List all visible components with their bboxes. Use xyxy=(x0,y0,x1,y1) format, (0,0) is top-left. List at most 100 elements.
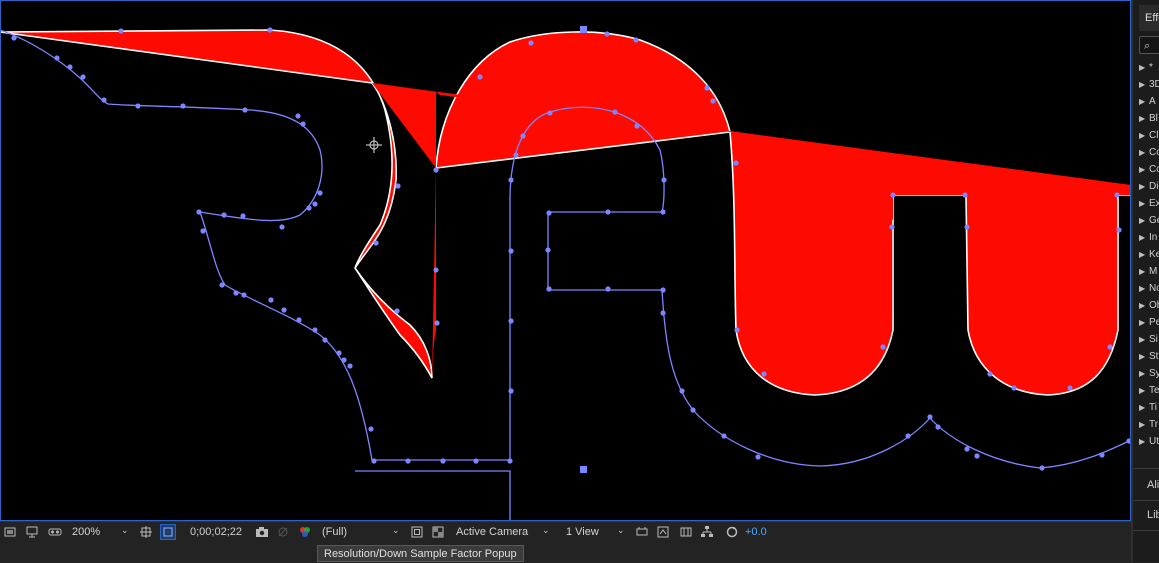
effects-category-item[interactable]: ▶ Di xyxy=(1139,178,1158,195)
effects-category-label: Tr xyxy=(1149,419,1159,430)
effects-category-item[interactable]: ▶ * xyxy=(1139,59,1153,76)
effects-category-label: In xyxy=(1149,232,1158,243)
expand-triangle-icon[interactable]: ▶ xyxy=(1139,433,1149,450)
effects-category-item[interactable]: ▶ Si xyxy=(1139,331,1158,348)
toggle-pixel-aspect-icon[interactable] xyxy=(636,526,648,538)
effects-search-input[interactable]: ⌕ xyxy=(1139,36,1159,54)
expand-triangle-icon[interactable]: ▶ xyxy=(1139,246,1149,263)
chevron-down-icon[interactable]: ⌄ xyxy=(617,525,625,536)
divider xyxy=(1133,530,1159,531)
expand-triangle-icon[interactable]: ▶ xyxy=(1139,93,1149,110)
effects-category-label: Bl xyxy=(1149,113,1158,124)
panel-tab-effects[interactable]: Effe xyxy=(1139,5,1159,31)
expand-triangle-icon[interactable]: ▶ xyxy=(1139,399,1149,416)
composition-canvas[interactable] xyxy=(0,0,1131,521)
always-preview-icon[interactable] xyxy=(4,526,16,538)
mask-selected-vertex-bottom[interactable] xyxy=(580,466,587,473)
effects-category-label: Ob xyxy=(1149,300,1159,311)
effects-category-item[interactable]: ▶ Ut xyxy=(1139,433,1159,450)
view-layout-popup[interactable]: 1 View xyxy=(566,525,599,540)
effects-category-item[interactable]: ▶ Tr xyxy=(1139,416,1158,433)
expand-triangle-icon[interactable]: ▶ xyxy=(1139,297,1149,314)
mask-selected-vertex[interactable] xyxy=(580,26,587,33)
expand-triangle-icon[interactable]: ▶ xyxy=(1139,178,1149,195)
expand-triangle-icon[interactable]: ▶ xyxy=(1139,161,1149,178)
effects-category-item[interactable]: ▶ St xyxy=(1139,348,1158,365)
effects-category-item[interactable]: ▶Ex xyxy=(1139,195,1159,212)
monitor-icon[interactable] xyxy=(26,526,38,538)
effects-category-item[interactable]: ▶Ke xyxy=(1139,246,1159,263)
expand-triangle-icon[interactable]: ▶ xyxy=(1139,76,1149,93)
effects-category-item[interactable]: ▶ Cl xyxy=(1139,127,1158,144)
effects-category-label: Cl xyxy=(1149,130,1159,141)
chevron-down-icon[interactable]: ⌄ xyxy=(392,525,400,536)
show-snapshot-icon[interactable] xyxy=(277,526,289,538)
effects-category-label: M xyxy=(1149,266,1158,277)
effects-category-label: Co xyxy=(1149,147,1159,158)
effects-category-label: Si xyxy=(1149,334,1158,345)
search-icon: ⌕ xyxy=(1144,40,1151,52)
expand-triangle-icon[interactable]: ▶ xyxy=(1139,331,1149,348)
effects-category-label: Ke xyxy=(1149,249,1159,260)
expand-triangle-icon[interactable]: ▶ xyxy=(1139,229,1149,246)
effects-category-item[interactable]: ▶Co xyxy=(1139,144,1159,161)
channel-icon[interactable] xyxy=(298,526,312,538)
chevron-down-icon[interactable]: ⌄ xyxy=(121,525,129,536)
effects-category-item[interactable]: ▶ In xyxy=(1139,229,1157,246)
expand-triangle-icon[interactable]: ▶ xyxy=(1139,382,1149,399)
expand-triangle-icon[interactable]: ▶ xyxy=(1139,212,1149,229)
expand-triangle-icon[interactable]: ▶ xyxy=(1139,110,1149,127)
effects-category-item[interactable]: ▶ A xyxy=(1139,93,1156,110)
panel-tab-align[interactable]: Ali xyxy=(1147,479,1159,491)
status-strip xyxy=(0,542,1131,562)
anchor-point-icon[interactable] xyxy=(366,137,382,153)
expand-triangle-icon[interactable]: ▶ xyxy=(1139,263,1149,280)
current-time[interactable]: 0;00;02;22 xyxy=(190,522,242,543)
tooltip: Resolution/Down Sample Factor Popup xyxy=(317,545,524,562)
camera-view-popup[interactable]: Active Camera xyxy=(456,525,528,540)
resolution-popup[interactable]: (Full) xyxy=(322,525,347,540)
effects-category-label: 3D xyxy=(1149,79,1159,90)
expand-triangle-icon[interactable]: ▶ xyxy=(1139,127,1149,144)
expand-triangle-icon[interactable]: ▶ xyxy=(1139,365,1149,382)
vr-goggles-icon[interactable] xyxy=(48,526,62,538)
effects-presets-panel: Effe ⌕ ▶*▶3D▶A▶Bl▶Cl▶Co▶Co▶Di▶Ex▶Ge▶In▶K… xyxy=(1131,0,1159,562)
reset-exposure-icon[interactable] xyxy=(726,526,738,538)
region-of-interest-icon[interactable] xyxy=(411,526,423,538)
zoom-popup[interactable]: 200% xyxy=(72,525,100,540)
effects-category-label: Ge xyxy=(1149,215,1159,226)
expand-triangle-icon[interactable]: ▶ xyxy=(1139,195,1149,212)
effects-category-item[interactable]: ▶ Bl xyxy=(1139,110,1158,127)
effects-category-item[interactable]: ▶Ob xyxy=(1139,297,1159,314)
flowchart-icon[interactable] xyxy=(701,526,713,538)
effects-category-label: Ut xyxy=(1149,436,1159,447)
fast-previews-icon[interactable] xyxy=(657,526,669,538)
effects-category-item[interactable]: ▶Pe xyxy=(1139,314,1159,331)
composition-viewer[interactable] xyxy=(0,0,1131,521)
expand-triangle-icon[interactable]: ▶ xyxy=(1139,144,1149,161)
effects-category-item[interactable]: ▶Ge xyxy=(1139,212,1159,229)
expand-triangle-icon[interactable]: ▶ xyxy=(1139,280,1149,297)
expand-triangle-icon[interactable]: ▶ xyxy=(1139,348,1149,365)
effects-category-item[interactable]: ▶ Ti xyxy=(1139,399,1157,416)
expand-triangle-icon[interactable]: ▶ xyxy=(1139,59,1149,76)
effects-category-item[interactable]: ▶Sy xyxy=(1139,365,1159,382)
mask-visibility-icon[interactable] xyxy=(160,524,176,540)
effects-category-item[interactable]: ▶Co xyxy=(1139,161,1159,178)
expand-triangle-icon[interactable]: ▶ xyxy=(1139,416,1149,433)
expand-triangle-icon[interactable]: ▶ xyxy=(1139,314,1149,331)
effects-category-item[interactable]: ▶No xyxy=(1139,280,1159,297)
effects-category-item[interactable]: ▶3D xyxy=(1139,76,1159,93)
chevron-down-icon[interactable]: ⌄ xyxy=(542,525,550,536)
effects-category-label: Pe xyxy=(1149,317,1159,328)
panel-tab-libraries[interactable]: Lib xyxy=(1147,509,1159,521)
effects-category-item[interactable]: ▶ M xyxy=(1139,263,1157,280)
transparency-grid-icon[interactable] xyxy=(432,526,444,538)
effects-category-label: Di xyxy=(1149,181,1159,192)
effects-category-item[interactable]: ▶ Te xyxy=(1139,382,1159,399)
timeline-icon[interactable] xyxy=(680,526,692,538)
exposure-value[interactable]: +0.0 xyxy=(745,522,767,543)
fit-frame-icon[interactable] xyxy=(140,526,152,538)
divider xyxy=(1133,500,1159,501)
snapshot-camera-icon[interactable] xyxy=(255,526,269,538)
